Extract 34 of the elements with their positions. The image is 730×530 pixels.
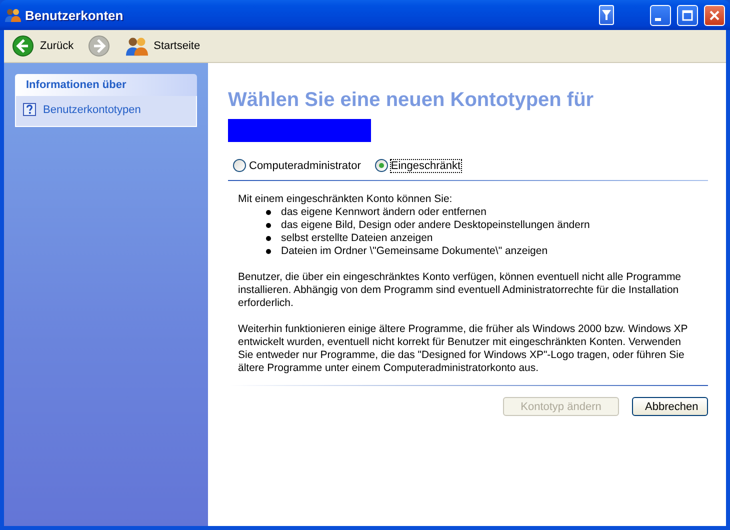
radio-button[interactable] bbox=[233, 159, 246, 172]
maximize-icon bbox=[682, 10, 693, 20]
bullet-icon bbox=[266, 210, 271, 215]
page-heading: Wählen Sie eine neuen Kontotypen für bbox=[228, 89, 594, 112]
paragraph: Benutzer, die über ein eingeschränktes Konto verfügen, können eventuell nicht alle Programme installieren. Abhängig von dem Programm sind eventuell Administratorrechte für die Installation erforderlich. bbox=[238, 271, 682, 310]
people-icon bbox=[126, 35, 148, 57]
arrow-right-icon bbox=[88, 35, 110, 57]
panel-heading: Informationen über bbox=[15, 74, 197, 96]
radio-button[interactable] bbox=[374, 159, 388, 172]
arrow-left-icon bbox=[12, 35, 34, 57]
help-icon bbox=[23, 103, 36, 116]
minimize-button[interactable] bbox=[650, 4, 671, 26]
bullet-icon bbox=[266, 236, 271, 241]
window-title: Benutzerkonten bbox=[25, 8, 124, 22]
list-item: selbst erstellte Dateien anzeigen bbox=[281, 232, 433, 245]
maximize-button[interactable] bbox=[677, 4, 698, 26]
back-button[interactable]: Zurück bbox=[10, 33, 76, 59]
bullet-icon bbox=[266, 223, 271, 228]
app-people-icon bbox=[5, 7, 21, 23]
bullet-icon bbox=[266, 249, 271, 254]
minimize-icon bbox=[655, 18, 661, 20]
list-item: Dateien im Ordner \"Gemeinsame Dokumente\" anzeigen bbox=[281, 245, 548, 258]
cancel-button[interactable]: Abbrechen bbox=[632, 397, 708, 416]
intro-text: Mit einem eingeschränkten Konto können Sie: bbox=[238, 193, 454, 206]
list-item: das eigene Kennwort ändern oder entfernen bbox=[281, 206, 486, 219]
close-icon bbox=[709, 10, 720, 20]
funnel-icon[interactable] bbox=[599, 5, 614, 25]
home-button[interactable]: Startseite bbox=[124, 33, 202, 59]
radio-label[interactable]: Eingeschränkt bbox=[390, 160, 461, 172]
close-button[interactable] bbox=[704, 4, 725, 26]
radio-label[interactable]: Computeradministrator bbox=[249, 160, 361, 172]
paragraph: Weiterhin funktionieren einige ältere Programme, die früher als Windows 2000 bzw. Windows XP entwickelt wurden, eventuell nicht korrekt für Benutzer mit eingeschränkten Konten. Verwenden Sie entweder nur Programme, die das "Designed for Windows XP"-Logo tragen, oder führen Sie ältere Programme unter einem Computeradministratorkonto aus. bbox=[238, 323, 689, 375]
sidebar-link[interactable]: Benutzerkontotypen bbox=[43, 104, 141, 116]
list-item: das eigene Bild, Design oder andere Desktopeinstellungen ändern bbox=[281, 219, 590, 232]
